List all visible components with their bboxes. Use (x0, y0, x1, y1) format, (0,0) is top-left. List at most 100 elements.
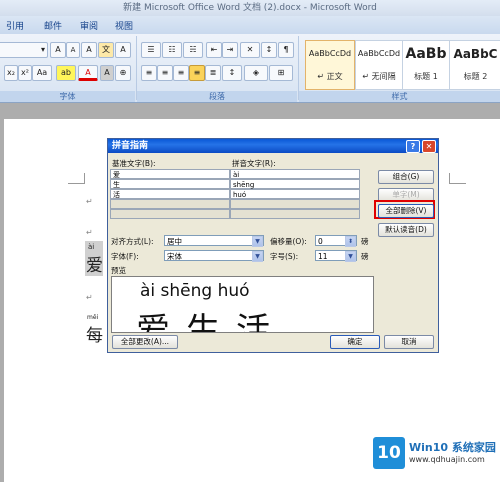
ruby-text-label: 拼音文字(R): (232, 159, 276, 168)
dialog-title-bar: 拼音指南 ? ✕ (108, 139, 438, 153)
numbering-button[interactable]: ☷ (162, 42, 182, 58)
paragraph-mark: ↵ (86, 293, 93, 302)
style-sample: AaBb (405, 46, 447, 62)
base-cell[interactable]: 爱 (110, 169, 230, 179)
font-color-button[interactable]: A (78, 65, 98, 81)
style-name: ↵ 正文 (317, 72, 343, 81)
offset-spinner[interactable]: 0 ⬍ (315, 235, 357, 247)
line2-char: 每 (86, 326, 103, 346)
base-cell[interactable]: 活 (110, 189, 230, 199)
spin-icon: ⬍ (345, 236, 356, 247)
distribute-button[interactable]: ≣ (205, 65, 221, 81)
crop-mark (449, 173, 466, 184)
styles-group-label: 样式 (299, 91, 500, 102)
chevron-down-icon: ▼ (252, 236, 263, 247)
paragraph-mark: ↵ (86, 197, 93, 206)
font-select[interactable]: 宋体 ▼ (164, 250, 264, 262)
watermark-url: www.qdhuajin.com (409, 455, 485, 464)
style-normal[interactable]: AaBbCcDd ↵ 正文 (305, 40, 355, 90)
style-name: ↵ 无间隔 (362, 72, 396, 81)
tab-view[interactable]: 视图 (115, 19, 133, 32)
ruby-cell[interactable]: ài (230, 169, 360, 179)
alignment-value: 居中 (167, 237, 182, 246)
ruby-cell[interactable] (230, 209, 360, 219)
shading-button[interactable]: ◈ (244, 65, 268, 81)
enclose-char-button[interactable]: ⊕ (115, 65, 131, 81)
font-label: 字体(F): (111, 252, 139, 261)
default-reading-button[interactable]: 默认读音(D) (378, 223, 434, 237)
ruby-cell[interactable] (230, 199, 360, 209)
base-cell[interactable] (110, 199, 230, 209)
char-border-button[interactable]: A (115, 42, 131, 58)
style-no-spacing[interactable]: AaBbCcDd ↵ 无间隔 (355, 40, 403, 90)
highlight-button[interactable]: ab (56, 65, 76, 81)
char-shading-button[interactable]: A (100, 65, 114, 81)
bullets-button[interactable]: ☰ (141, 42, 161, 58)
style-heading-1[interactable]: AaBb 标题 1 (402, 40, 450, 90)
crop-mark (68, 173, 85, 184)
borders-button[interactable]: ⊞ (269, 65, 293, 81)
base-text-label: 基准文字(B): (112, 159, 156, 168)
ruby-cell[interactable]: huó (230, 189, 360, 199)
shrink-font-button[interactable]: A (66, 42, 80, 58)
paragraph-group-label: 段落 (137, 91, 297, 102)
decrease-indent-button[interactable]: ⇤ (206, 42, 222, 58)
offset-label: 偏移量(O): (270, 237, 307, 246)
multilevel-list-button[interactable]: ☵ (183, 42, 203, 58)
size-select[interactable]: 11 ▼ (315, 250, 357, 262)
ribbon: ▾ A A A 文 A x₂ x² Aa ab A A ⊕ 字体 ☰ ☷ ☵ ⇤… (0, 34, 500, 103)
font-size-dropdown[interactable]: ▾ (0, 42, 48, 58)
size-value: 11 (318, 252, 328, 261)
font-group-label: 字体 (0, 91, 135, 102)
change-case-button[interactable]: Aa (32, 65, 52, 81)
phonetic-guide-button[interactable]: 文 (98, 42, 114, 58)
ribbon-tabs: 引用 邮件 审阅 视图 (0, 16, 500, 34)
offset-unit: 磅 (361, 237, 369, 246)
tab-review[interactable]: 审阅 (80, 19, 98, 32)
subscript-button[interactable]: x₂ (4, 65, 18, 81)
preview-label: 预览 (111, 266, 126, 275)
font-value: 宋体 (167, 252, 182, 261)
base-cell[interactable] (110, 209, 230, 219)
sort-button[interactable]: ↕ (261, 42, 277, 58)
offset-value: 0 (318, 237, 323, 246)
help-icon[interactable]: ? (406, 140, 420, 153)
window-title-bar: 新建 Microsoft Office Word 文档 (2).docx - M… (0, 0, 500, 16)
watermark: 10 Win10 系统家园 www.qdhuajin.com (369, 427, 500, 482)
change-all-button[interactable]: 全部更改(A)... (112, 335, 178, 349)
style-name: 标题 1 (414, 72, 438, 81)
close-icon[interactable]: ✕ (422, 140, 436, 153)
clear-format-button[interactable]: A (81, 42, 97, 58)
chinese-layout-button[interactable]: ✕ (240, 42, 260, 58)
clear-all-button[interactable]: 全部删除(V) (378, 204, 434, 218)
show-marks-button[interactable]: ¶ (278, 42, 294, 58)
line-spacing-button[interactable]: ↕ (222, 65, 242, 81)
increase-indent-button[interactable]: ⇥ (222, 42, 238, 58)
combine-button[interactable]: 组合(G) (378, 170, 434, 184)
grow-font-button[interactable]: A (50, 42, 66, 58)
line1-char: 爱 (86, 256, 103, 276)
cancel-button[interactable]: 取消 (384, 335, 434, 349)
style-sample: AaBbCcDd (357, 49, 401, 58)
justify-button[interactable]: ≡ (189, 65, 205, 81)
style-sample: AaBbC (453, 47, 498, 61)
paragraph-mark: ↵ (86, 228, 93, 237)
chevron-down-icon: ▼ (345, 251, 356, 262)
alignment-label: 对齐方式(L): (111, 237, 154, 246)
preview-chars: 爱生活 (136, 311, 286, 333)
line1-pinyin: ài (88, 243, 95, 251)
superscript-button[interactable]: x² (18, 65, 32, 81)
watermark-brand: Win10 系统家园 (409, 441, 496, 454)
align-left-button[interactable]: ≡ (141, 65, 157, 81)
window-title: 新建 Microsoft Office Word 文档 (2).docx - M… (123, 3, 377, 13)
ruby-cell[interactable]: shēng (230, 179, 360, 189)
align-right-button[interactable]: ≡ (173, 65, 189, 81)
tab-mailings[interactable]: 邮件 (44, 19, 62, 32)
base-cell[interactable]: 生 (110, 179, 230, 189)
style-heading-2[interactable]: AaBbC 标题 2 (449, 40, 500, 90)
style-name: 标题 2 (463, 72, 488, 81)
tab-references[interactable]: 引用 (6, 19, 24, 32)
align-center-button[interactable]: ≡ (157, 65, 173, 81)
alignment-select[interactable]: 居中 ▼ (164, 235, 264, 247)
ok-button[interactable]: 确定 (330, 335, 380, 349)
